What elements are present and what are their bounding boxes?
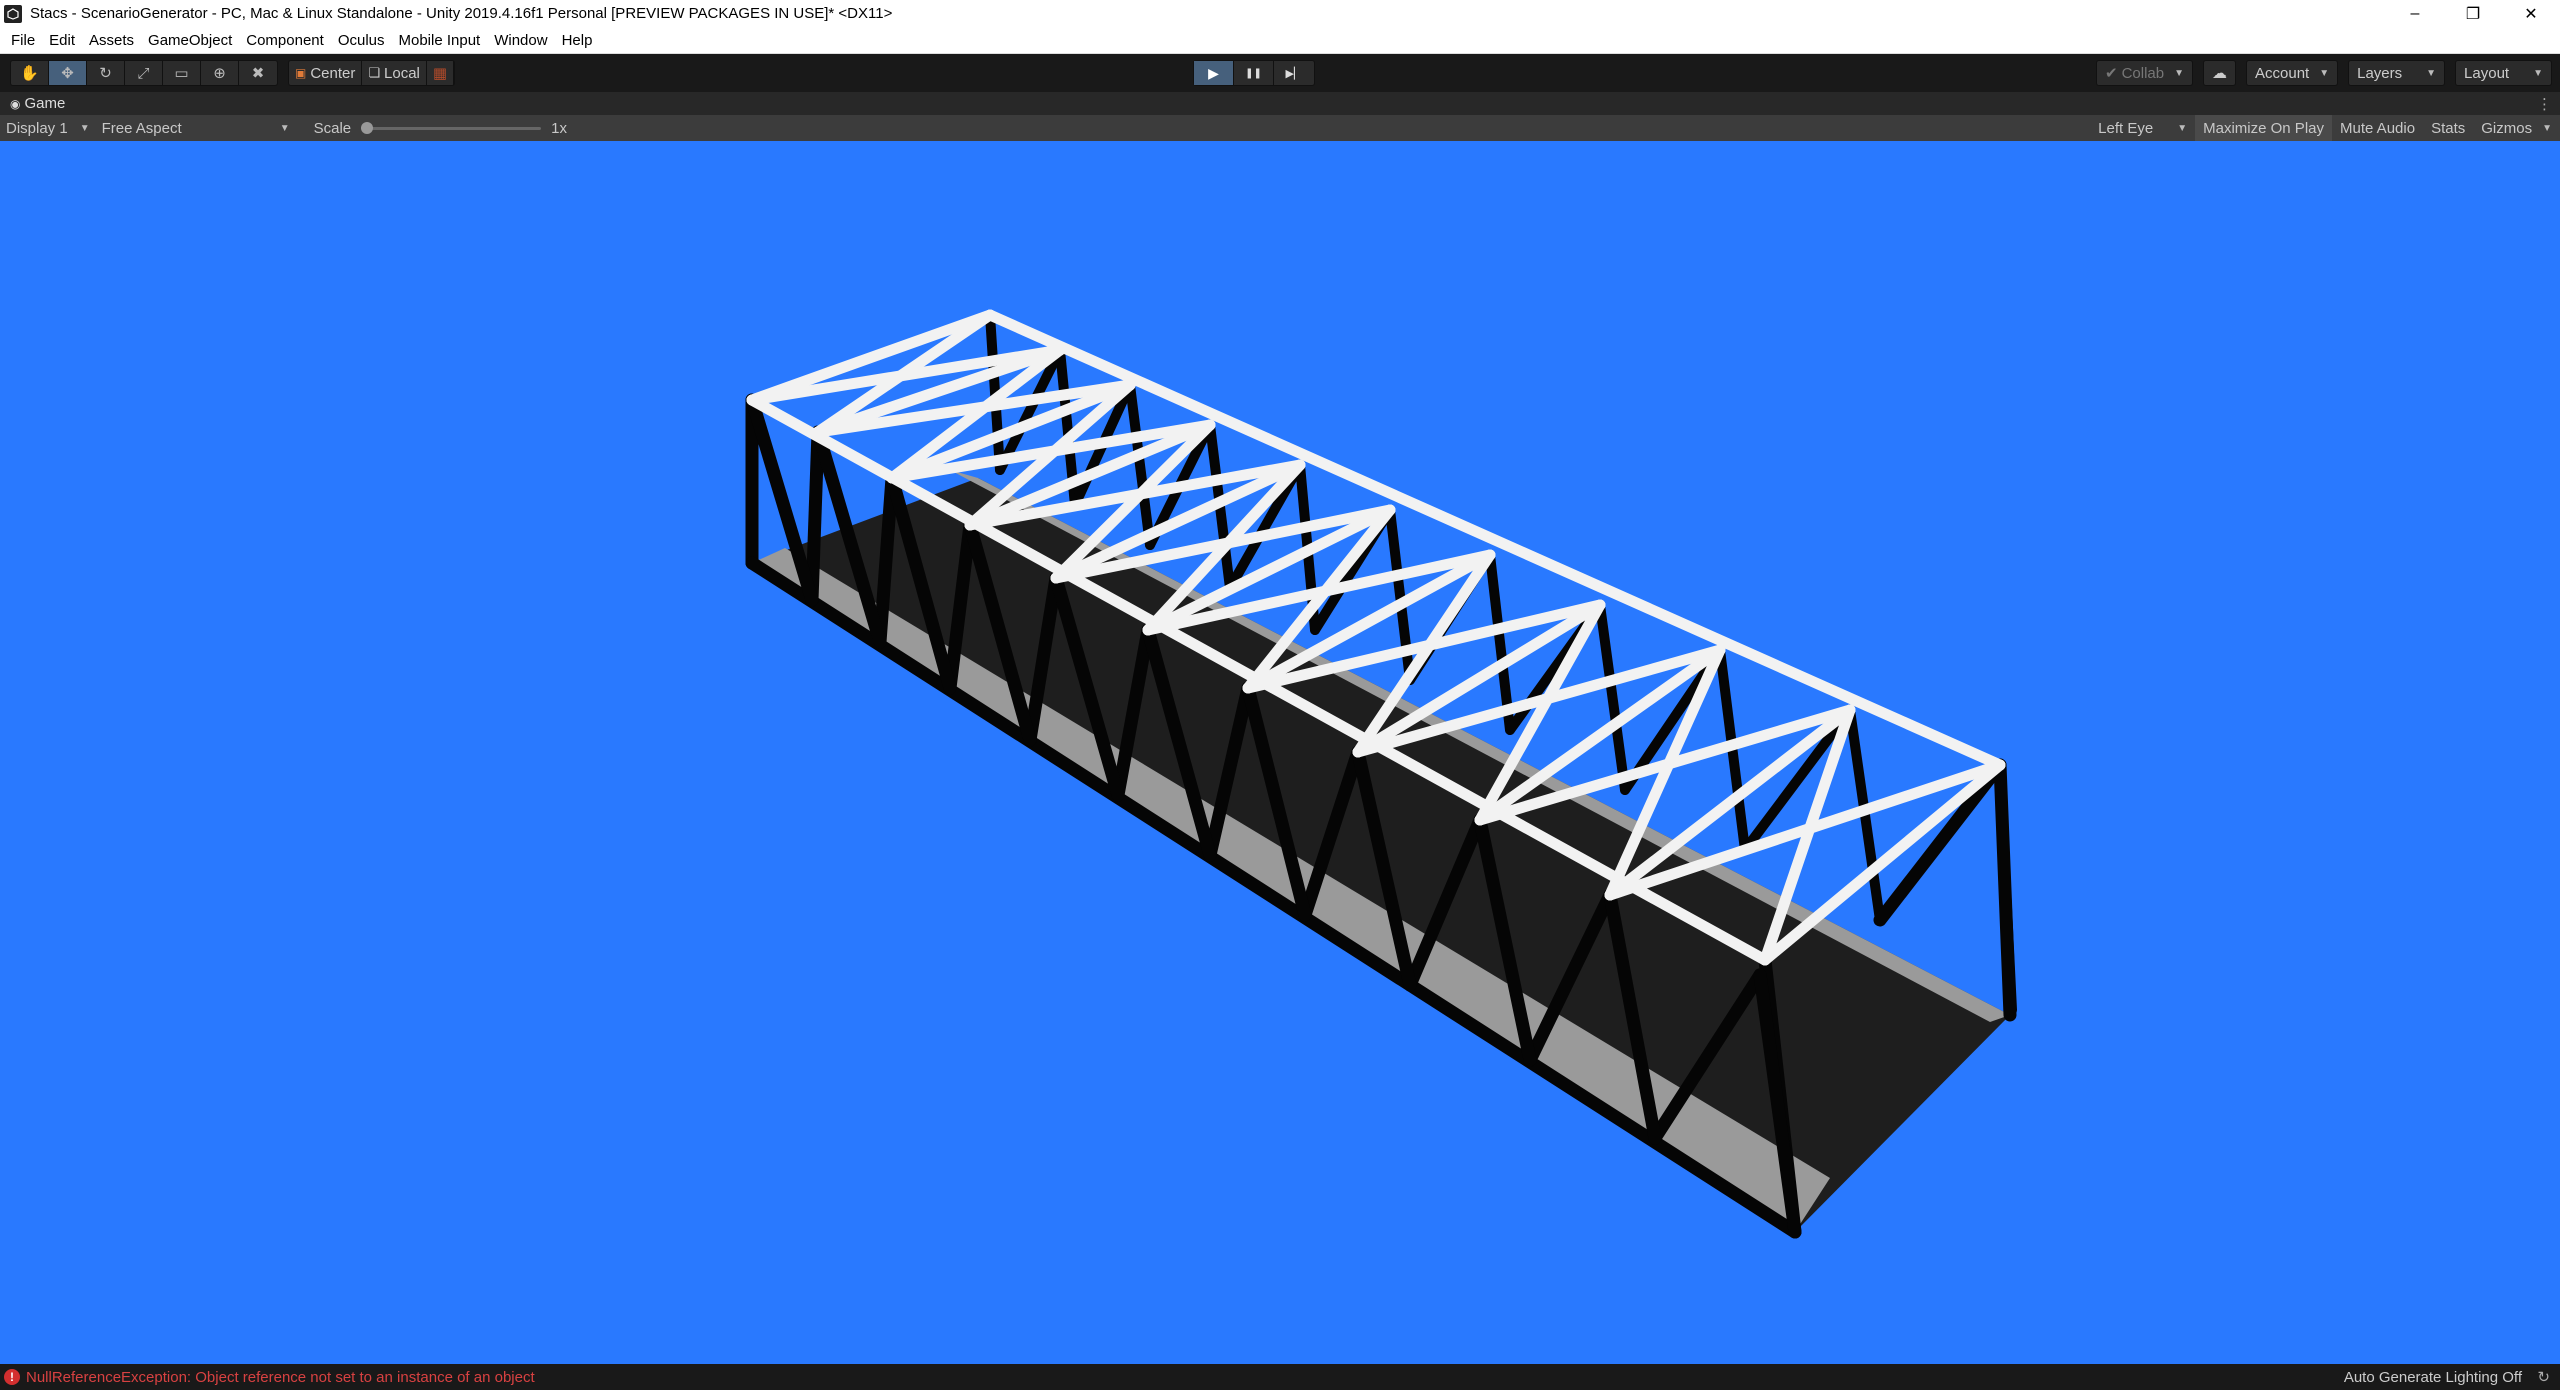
chevron-down-icon: ▼ [2533, 67, 2543, 79]
account-dropdown[interactable]: Account ▼ [2246, 60, 2339, 86]
move-tool-icon[interactable]: ✥ [49, 61, 87, 85]
menu-edit[interactable]: Edit [42, 32, 82, 49]
aspect-label: Free Aspect [101, 119, 182, 137]
mute-audio-toggle[interactable]: Mute Audio [2332, 115, 2423, 141]
menu-window[interactable]: Window [487, 32, 554, 49]
chevron-down-icon: ▼ [2319, 67, 2330, 79]
cube-icon: ❏ [368, 65, 381, 80]
pivot-local-label: Local [384, 64, 420, 82]
gizmos-label: Gizmos [2481, 119, 2533, 137]
stats-toggle[interactable]: Stats [2423, 115, 2473, 141]
title-bar: Stacs - ScenarioGenerator - PC, Mac & Li… [0, 0, 2560, 27]
status-bar: ! NullReferenceException: Object referen… [0, 1364, 2560, 1390]
scale-slider[interactable] [361, 121, 542, 134]
chevron-down-icon: ▼ [2542, 122, 2552, 134]
game-view-toolbar: Display 1 ▼ Free Aspect ▼ Scale 1x Left … [0, 115, 2560, 141]
chevron-down-icon: ▼ [2426, 67, 2437, 79]
chevron-down-icon: ▼ [79, 122, 90, 134]
layout-dropdown[interactable]: Layout ▼ [2455, 60, 2552, 86]
error-icon: ! [4, 1369, 20, 1385]
cloud-icon: ☁ [2212, 65, 2227, 82]
account-label: Account [2255, 64, 2310, 82]
tab-game[interactable]: ◉ Game [0, 95, 65, 112]
collab-dropdown[interactable]: ✔ Collab ▼ [2095, 60, 2193, 86]
chevron-down-icon: ▼ [279, 122, 290, 134]
menu-gameobject[interactable]: GameObject [141, 32, 239, 49]
display-label: Display 1 [6, 119, 68, 137]
close-button[interactable]: ✕ [2502, 0, 2560, 27]
minimize-button[interactable]: – [2386, 0, 2444, 27]
console-error-message[interactable]: NullReferenceException: Object reference… [26, 1369, 535, 1386]
grid-snap-button[interactable]: ▦ [427, 61, 455, 85]
tab-game-label: Game [24, 95, 66, 112]
scale-control: Scale 1x [314, 120, 567, 137]
playmode-controls: ▶ ❚❚ ▶▏ [1193, 60, 1315, 86]
bridge-truss-render [745, 309, 2017, 1239]
chevron-down-icon: ▼ [2177, 122, 2188, 134]
maximize-on-play-toggle[interactable]: Maximize On Play [2195, 115, 2332, 141]
collab-label: Collab [2121, 64, 2165, 82]
rect-tool-icon[interactable]: ▭ [163, 61, 201, 85]
play-button[interactable]: ▶ [1194, 61, 1234, 85]
pivot-local-button[interactable]: ❏ Local [362, 61, 427, 85]
step-button[interactable]: ▶▏ [1274, 61, 1314, 85]
game-tab-bar: ◉ Game ⋮ [0, 92, 2560, 115]
menu-component[interactable]: Component [239, 32, 331, 49]
pause-button[interactable]: ❚❚ [1234, 61, 1274, 85]
display-dropdown[interactable]: Display 1 ▼ [0, 120, 96, 137]
transform-tool-icon[interactable]: ⊕ [201, 61, 239, 85]
eye-label: Left Eye [2098, 119, 2154, 137]
main-toolbar: ✋ ✥ ↻ ⤢ ▭ ⊕ ✖ ▣ Center ❏ Local ▦ ▶ ❚❚ ▶▏… [0, 54, 2560, 92]
layers-label: Layers [2357, 64, 2403, 82]
layers-dropdown[interactable]: Layers ▼ [2348, 60, 2446, 86]
menu-bar: File Edit Assets GameObject Component Oc… [0, 27, 2560, 54]
game-viewport[interactable] [0, 141, 2560, 1364]
collab-icon: ✔ [2104, 65, 2118, 82]
menu-help[interactable]: Help [555, 32, 600, 49]
tab-menu-icon[interactable]: ⋮ [2537, 95, 2552, 113]
transform-tools: ✋ ✥ ↻ ⤢ ▭ ⊕ ✖ [10, 60, 278, 86]
menu-mobile-input[interactable]: Mobile Input [392, 32, 488, 49]
pivot-center-icon: ▣ [295, 66, 307, 80]
chevron-down-icon: ▼ [2174, 67, 2184, 79]
gamepad-icon: ◉ [10, 96, 21, 111]
gizmos-dropdown[interactable]: Gizmos ▼ [2473, 115, 2560, 141]
grid-icon: ▦ [432, 65, 448, 82]
eye-dropdown[interactable]: Left Eye ▼ [2090, 115, 2195, 141]
rotate-tool-icon[interactable]: ↻ [87, 61, 125, 85]
cloud-button[interactable]: ☁ [2203, 60, 2236, 86]
pivot-center-label: Center [310, 64, 356, 82]
layout-label: Layout [2464, 64, 2510, 82]
scale-tool-icon[interactable]: ⤢ [125, 61, 163, 85]
aspect-dropdown[interactable]: Free Aspect ▼ [96, 120, 296, 137]
pivot-tools: ▣ Center ❏ Local ▦ [288, 60, 456, 86]
scale-slider-thumb[interactable] [361, 121, 374, 134]
menu-oculus[interactable]: Oculus [331, 32, 392, 49]
hand-tool-icon[interactable]: ✋ [11, 61, 49, 85]
menu-assets[interactable]: Assets [82, 32, 141, 49]
restore-button[interactable]: ❐ [2444, 0, 2502, 27]
lighting-status: Auto Generate Lighting Off [2343, 1368, 2522, 1386]
pivot-center-button[interactable]: ▣ Center [289, 61, 363, 85]
custom-tool-icon[interactable]: ✖ [239, 61, 277, 85]
scale-label: Scale [313, 119, 352, 137]
unity-logo-icon [4, 4, 22, 23]
progress-spinner-icon: ↻ [2537, 1369, 2550, 1386]
window-title: Stacs - ScenarioGenerator - PC, Mac & Li… [30, 5, 893, 22]
menu-file[interactable]: File [4, 32, 42, 49]
scale-value: 1x [551, 119, 567, 137]
